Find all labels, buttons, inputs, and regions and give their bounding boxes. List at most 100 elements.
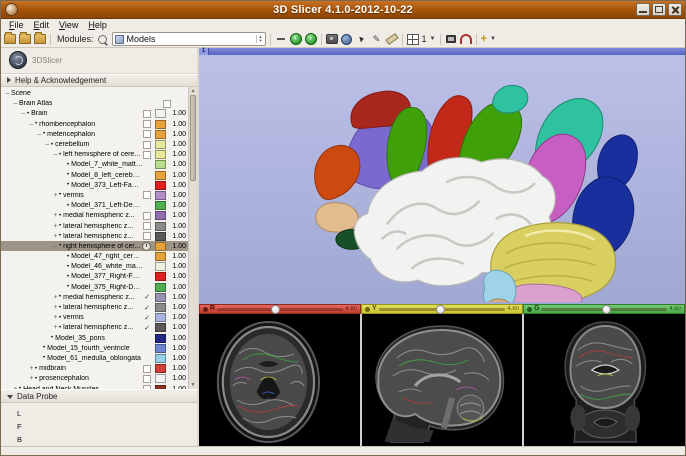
tree-expander-icon[interactable]: –	[52, 151, 59, 158]
visibility-checkbox[interactable]	[143, 191, 151, 199]
tree-row[interactable]: •Model_371_Left-Dent...1.00	[1, 201, 189, 211]
tree-row[interactable]: –•cerebellum1.00	[1, 139, 189, 149]
tree-row[interactable]: +•lateral hemispheric z...1.00	[1, 231, 189, 241]
visibility-checkbox[interactable]	[143, 130, 151, 138]
tree-row[interactable]: +•Head and Neck Muscles1.00	[1, 384, 189, 389]
annotate-button[interactable]: ✎	[371, 34, 383, 45]
slice-bar-green-coronal[interactable]: G4.80	[523, 304, 685, 314]
close-button[interactable]	[668, 3, 682, 16]
module-selector[interactable]: Models ▲▼	[112, 32, 266, 46]
scene-views-button[interactable]	[341, 34, 353, 45]
tree-row[interactable]: •Model_377_Right-FaG...1.00	[1, 272, 189, 282]
visibility-checkbox[interactable]: ✓	[143, 304, 151, 312]
visibility-checkbox[interactable]	[143, 110, 151, 118]
tree-row[interactable]: +•lateral hemispheric z...1.00	[1, 221, 189, 231]
color-swatch[interactable]	[155, 334, 166, 343]
visibility-checkbox[interactable]	[163, 100, 171, 108]
tree-row[interactable]: +•vermis1.00	[1, 190, 189, 200]
scrollbar-thumb[interactable]	[190, 95, 196, 181]
color-swatch[interactable]	[155, 130, 166, 139]
tree-expander-icon[interactable]: +	[52, 324, 59, 331]
color-swatch[interactable]	[155, 364, 166, 373]
measure-button[interactable]	[386, 34, 398, 45]
tree-expander-icon[interactable]: –	[28, 121, 35, 128]
color-swatch[interactable]	[155, 160, 166, 169]
minimize-button[interactable]	[636, 3, 650, 16]
slider-handle-icon[interactable]	[436, 305, 445, 314]
scroll-down-icon[interactable]: ▼	[189, 381, 197, 389]
tree-expander-icon[interactable]: +	[52, 212, 59, 219]
pin-icon[interactable]	[527, 307, 532, 312]
tree-row[interactable]: +•medial hemispheric z...1.00	[1, 211, 189, 221]
slider-handle-icon[interactable]	[602, 305, 611, 314]
chevron-down-icon[interactable]: ▼	[430, 36, 436, 42]
color-swatch[interactable]	[155, 120, 166, 129]
color-swatch[interactable]	[155, 374, 166, 383]
color-swatch[interactable]	[155, 385, 166, 390]
tree-expander-icon[interactable]: +	[28, 375, 35, 382]
color-swatch[interactable]	[155, 344, 166, 353]
tree-row[interactable]: –•metencephalon1.00	[1, 129, 189, 139]
tree-row[interactable]: •Model_375_Right-Den...1.00	[1, 282, 189, 292]
visibility-checkbox[interactable]	[143, 232, 151, 240]
color-swatch[interactable]	[155, 201, 166, 210]
tree-row[interactable]: +•lateral hemispheric z...✓1.00	[1, 323, 189, 333]
tree-row[interactable]: •Model_15_fourth_ventricle1.00	[1, 343, 189, 353]
color-swatch[interactable]	[155, 211, 166, 220]
tree-expander-icon[interactable]: +	[52, 294, 59, 301]
help-acknowledgement-section[interactable]: Help & Acknowledgement	[1, 74, 197, 88]
spinner-arrows-icon[interactable]: ▲▼	[256, 35, 263, 43]
tree-row[interactable]: •Model_373_Left-FaGE...1.00	[1, 180, 189, 190]
slice-bar-red-axial[interactable]: R4.80	[199, 304, 361, 314]
view3d-canvas[interactable]	[199, 55, 685, 304]
visibility-checkbox[interactable]	[143, 222, 151, 230]
visibility-checkbox[interactable]	[143, 141, 151, 149]
opacity-dial-icon[interactable]	[142, 242, 151, 251]
axial-slice-view[interactable]	[199, 314, 360, 446]
view3d-controller-bar[interactable]: 1	[199, 48, 685, 55]
crosshair-button[interactable]	[460, 34, 472, 45]
tree-row[interactable]: +•prosencephalon1.00	[1, 374, 189, 384]
maximize-button[interactable]	[652, 3, 666, 16]
module-forward-button[interactable]: ›	[305, 33, 317, 45]
scroll-up-icon[interactable]: ▲	[189, 87, 197, 95]
color-swatch[interactable]	[155, 242, 166, 251]
color-swatch[interactable]	[155, 171, 166, 180]
visibility-checkbox[interactable]: ✓	[143, 314, 151, 322]
tree-row[interactable]: +•lateral hemispheric z...✓1.00	[1, 302, 189, 312]
tree-expander-icon[interactable]: +	[52, 304, 59, 311]
tree-row[interactable]: •Model_61_medulla_oblongata1.00	[1, 353, 189, 363]
module-search-button[interactable]	[97, 34, 109, 45]
screenshot-button[interactable]	[326, 34, 338, 45]
tree-row[interactable]: –•rhombencephalon1.00	[1, 119, 189, 129]
tree-row[interactable]: –•right hemisphere of cer...1.00	[1, 241, 189, 251]
menu-item-edit[interactable]: Edit	[29, 20, 55, 30]
tree-expander-icon[interactable]: +	[12, 386, 19, 390]
menu-item-view[interactable]: View	[54, 20, 83, 30]
color-swatch[interactable]	[155, 313, 166, 322]
tree-expander-icon[interactable]: –	[36, 131, 43, 138]
tree-row[interactable]: –Brain Atlas	[1, 99, 189, 109]
visibility-checkbox[interactable]	[143, 375, 151, 383]
color-swatch[interactable]	[155, 150, 166, 159]
tree-expander-icon[interactable]: +	[52, 233, 59, 240]
layout-selector-button[interactable]	[407, 34, 419, 45]
tree-expander-icon[interactable]: –	[44, 141, 51, 148]
visibility-checkbox[interactable]	[143, 151, 151, 159]
color-swatch[interactable]	[155, 293, 166, 302]
color-swatch[interactable]	[155, 354, 166, 363]
slice-offset-slider[interactable]	[217, 308, 343, 311]
tree-row[interactable]: +•medial hemispheric z...✓1.00	[1, 292, 189, 302]
slider-handle-icon[interactable]	[271, 305, 280, 314]
visibility-checkbox[interactable]	[143, 365, 151, 373]
slice-offset-slider[interactable]	[541, 308, 667, 311]
tree-expander-icon[interactable]: –	[20, 110, 27, 117]
tree-row[interactable]: +•midbrain1.00	[1, 364, 189, 374]
tree-expander-icon[interactable]: +	[28, 365, 35, 372]
tree-row[interactable]: –Scene	[1, 88, 189, 98]
visibility-checkbox[interactable]: ✓	[143, 293, 151, 301]
color-swatch[interactable]	[155, 323, 166, 332]
color-swatch[interactable]	[155, 181, 166, 190]
color-swatch[interactable]	[155, 232, 166, 241]
module-back-button[interactable]: ‹	[290, 33, 302, 45]
